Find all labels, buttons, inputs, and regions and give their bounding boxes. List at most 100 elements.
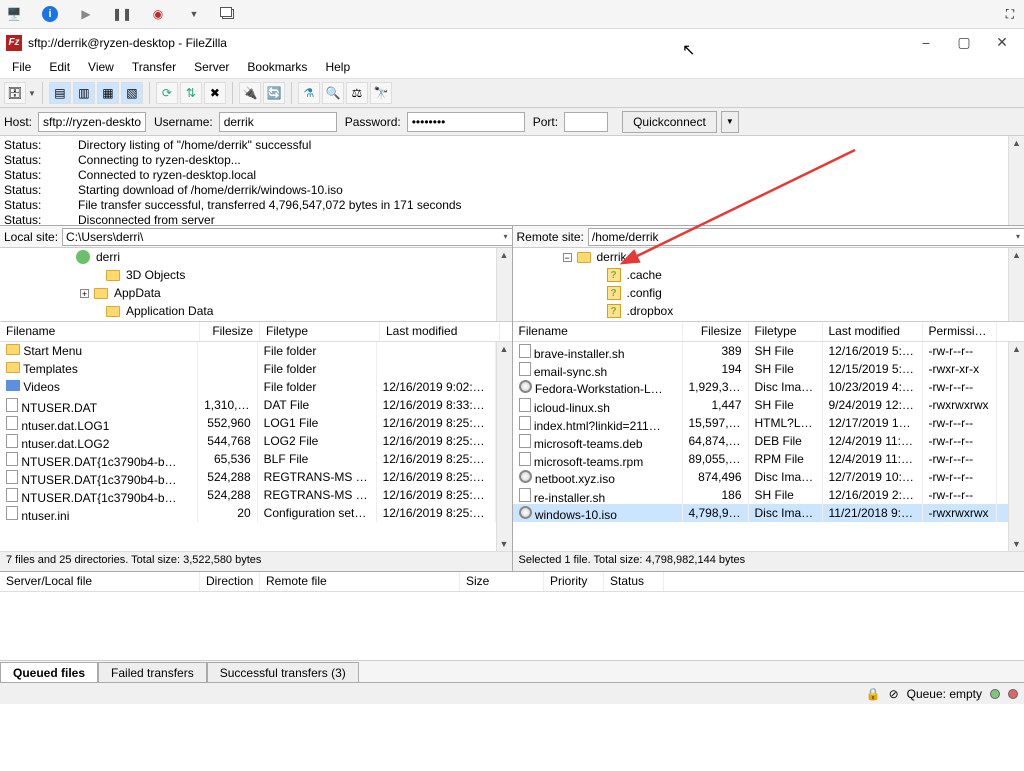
column-header[interactable]: Server/Local file <box>0 572 200 591</box>
chevron-down-icon[interactable]: ▾ <box>1016 232 1020 241</box>
queue-body[interactable] <box>0 592 1024 660</box>
dropdown-icon[interactable]: ▼ <box>186 6 202 22</box>
quickconnect-button[interactable]: Quickconnect <box>622 111 717 133</box>
column-header[interactable]: Filetype <box>260 322 380 341</box>
list-item[interactable]: microsoft-teams.rpm89,055,321RPM File12/… <box>513 450 1009 468</box>
tree-item[interactable]: derri <box>0 248 512 266</box>
tree-item[interactable]: Application Data <box>0 302 512 320</box>
list-scrollbar[interactable]: ▲ ▼ <box>496 342 512 551</box>
list-item[interactable]: TemplatesFile folder <box>0 360 496 378</box>
column-header[interactable]: Size <box>460 572 544 591</box>
list-item[interactable]: Fedora-Workstation-L…1,929,379,…Disc Ima… <box>513 378 1009 396</box>
menu-view[interactable]: View <box>80 58 122 76</box>
site-manager-button[interactable]: 🗄 <box>4 82 26 104</box>
column-header[interactable]: Status <box>604 572 664 591</box>
menu-edit[interactable]: Edit <box>41 58 78 76</box>
scroll-up-icon[interactable]: ▲ <box>1009 342 1024 356</box>
reconnect-button[interactable]: 🔄 <box>263 82 285 104</box>
column-header[interactable]: Filesize <box>200 322 260 341</box>
menu-server[interactable]: Server <box>186 58 237 76</box>
tree-item[interactable]: +AppData <box>0 284 512 302</box>
column-header[interactable]: Last modified <box>380 322 500 341</box>
remote-path-input[interactable] <box>588 228 1024 246</box>
refresh-button[interactable]: ⟳ <box>156 82 178 104</box>
list-item[interactable]: ntuser.dat.LOG2544,768LOG2 File12/16/201… <box>0 432 496 450</box>
cancel-button[interactable]: ✖ <box>204 82 226 104</box>
local-tree[interactable]: derri3D Objects+AppDataApplication Data … <box>0 248 512 322</box>
list-item[interactable]: ntuser.ini20Configuration setti…12/16/20… <box>0 504 496 522</box>
scroll-up-icon[interactable]: ▲ <box>497 342 512 356</box>
minimize-button[interactable]: − <box>910 32 942 54</box>
binoculars-icon[interactable]: 🔭 <box>370 82 392 104</box>
monitor-icon[interactable]: 🖥️ <box>6 6 22 22</box>
remote-list-header[interactable]: FilenameFilesizeFiletypeLast modifiedPer… <box>513 322 1024 342</box>
menu-bookmarks[interactable]: Bookmarks <box>239 58 315 76</box>
scroll-up-icon[interactable]: ▲ <box>1009 248 1024 262</box>
pause-icon[interactable]: ❚❚ <box>114 6 130 22</box>
fullscreen-icon[interactable]: ⛶ <box>1002 6 1018 22</box>
menu-help[interactable]: Help <box>317 58 358 76</box>
process-queue-button[interactable]: ⇅ <box>180 82 202 104</box>
toggle-local-tree-button[interactable]: ▥ <box>73 82 95 104</box>
local-path-input[interactable] <box>62 228 511 246</box>
column-header[interactable]: Direction <box>200 572 260 591</box>
toggle-log-button[interactable]: ▤ <box>49 82 71 104</box>
quickconnect-dropdown[interactable]: ▼ <box>721 111 739 133</box>
maximize-button[interactable]: ▢ <box>948 32 980 54</box>
toggle-queue-button[interactable]: ▧ <box>121 82 143 104</box>
queue-header[interactable]: Server/Local fileDirectionRemote fileSiz… <box>0 572 1024 592</box>
search-button[interactable]: 🔍 <box>322 82 344 104</box>
column-header[interactable]: Filename <box>513 322 683 341</box>
list-item[interactable]: brave-installer.sh389SH File12/16/2019 5… <box>513 342 1009 360</box>
menu-transfer[interactable]: Transfer <box>124 58 184 76</box>
local-list-header[interactable]: FilenameFilesizeFiletypeLast modified <box>0 322 512 342</box>
list-item[interactable]: email-sync.sh194SH File12/15/2019 5:2…-r… <box>513 360 1009 378</box>
column-header[interactable]: Filesize <box>683 322 749 341</box>
column-header[interactable]: Filetype <box>749 322 823 341</box>
remote-list-body[interactable]: brave-installer.sh389SH File12/16/2019 5… <box>513 342 1024 551</box>
chevron-down-icon[interactable]: ▾ <box>503 232 507 241</box>
list-item[interactable]: NTUSER.DAT{1c3790b4-b…65,536BLF File12/1… <box>0 450 496 468</box>
info-icon[interactable]: i <box>42 6 58 22</box>
column-header[interactable]: Remote file <box>260 572 460 591</box>
list-scrollbar[interactable]: ▲ ▼ <box>1008 342 1024 551</box>
username-input[interactable] <box>219 112 337 132</box>
log-scrollbar[interactable]: ▲ <box>1008 136 1024 225</box>
close-button[interactable]: ✕ <box>986 32 1018 54</box>
filter-button[interactable]: ⚗ <box>298 82 320 104</box>
list-item[interactable]: NTUSER.DAT{1c3790b4-b…524,288REGTRANS-MS… <box>0 468 496 486</box>
tab-failed-transfers[interactable]: Failed transfers <box>98 662 207 682</box>
list-item[interactable]: icloud-linux.sh1,447SH File9/24/2019 12:… <box>513 396 1009 414</box>
list-item[interactable]: netboot.xyz.iso874,496Disc Image…12/7/20… <box>513 468 1009 486</box>
toggle-remote-tree-button[interactable]: ▦ <box>97 82 119 104</box>
tree-item[interactable]: 3D Objects <box>0 266 512 284</box>
tree-item[interactable]: ?.dropbox <box>513 302 1024 320</box>
column-header[interactable]: Last modified <box>823 322 923 341</box>
record-icon[interactable]: ◉ <box>150 6 166 22</box>
tree-scrollbar[interactable]: ▲ <box>496 248 512 321</box>
list-item[interactable]: re-installer.sh186SH File12/16/2019 2:4…… <box>513 486 1009 504</box>
disconnect-button[interactable]: 🔌 <box>239 82 261 104</box>
tab-successful-transfers-[interactable]: Successful transfers (3) <box>207 662 359 682</box>
list-item[interactable]: index.html?linkid=211…15,597,200HTML?LIN… <box>513 414 1009 432</box>
remote-tree[interactable]: −derrik?.cache?.config?.dropbox ▲ <box>513 248 1024 322</box>
tree-item[interactable]: ?.config <box>513 284 1024 302</box>
port-input[interactable] <box>564 112 608 132</box>
list-item[interactable]: windows-10.iso4,798,982,…Disc Image…11/2… <box>513 504 1009 522</box>
compare-button[interactable]: ⚖ <box>346 82 368 104</box>
chevron-down-icon[interactable]: ▼ <box>28 89 36 98</box>
column-header[interactable]: Priority <box>544 572 604 591</box>
lock-icon[interactable]: 🔒 <box>866 687 881 701</box>
scroll-up-icon[interactable]: ▲ <box>497 248 512 262</box>
list-item[interactable]: Start MenuFile folder <box>0 342 496 360</box>
menu-file[interactable]: File <box>4 58 39 76</box>
play-icon[interactable]: ▶ <box>78 6 94 22</box>
list-item[interactable]: VideosFile folder12/16/2019 9:02:59… <box>0 378 496 396</box>
tree-item[interactable]: −derrik <box>513 248 1024 266</box>
list-item[interactable]: NTUSER.DAT1,310,720DAT File12/16/2019 8:… <box>0 396 496 414</box>
scroll-up-icon[interactable]: ▲ <box>1009 136 1024 150</box>
local-list-body[interactable]: Start MenuFile folder TemplatesFile fold… <box>0 342 512 551</box>
host-input[interactable] <box>38 112 146 132</box>
tree-item[interactable]: ?.cache <box>513 266 1024 284</box>
list-item[interactable]: microsoft-teams.deb64,874,490DEB File12/… <box>513 432 1009 450</box>
